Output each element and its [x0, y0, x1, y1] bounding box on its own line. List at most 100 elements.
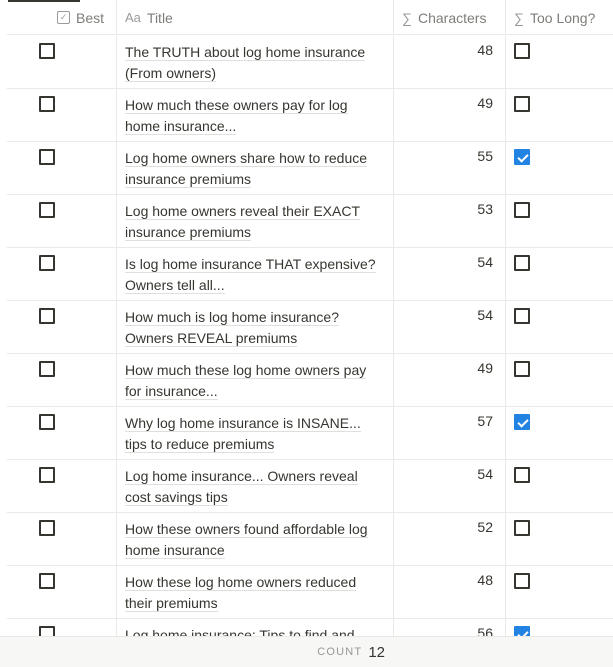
table-row[interactable]: Is log home insurance THAT expensive? Ow…	[7, 248, 613, 301]
best-cell	[7, 248, 117, 300]
title-text[interactable]: How these log home owners reduced their …	[125, 572, 385, 614]
count-value[interactable]: 12	[368, 644, 385, 661]
too-long-cell	[506, 566, 613, 618]
title-cell[interactable]: The TRUTH about log home insurance (From…	[117, 36, 394, 88]
title-text[interactable]: How much these owners pay for log home i…	[125, 95, 385, 137]
checked-checkbox-icon	[514, 414, 530, 430]
characters-cell: 54	[394, 460, 506, 512]
column-header-too-long[interactable]: ∑ Too Long?	[506, 0, 613, 35]
best-cell	[7, 89, 117, 141]
best-checkbox[interactable]	[39, 573, 55, 589]
table-row[interactable]: How much is log home insurance? Owners R…	[7, 301, 613, 354]
title-link[interactable]: How much these owners pay for log home i…	[125, 97, 348, 135]
too-long-cell	[506, 142, 613, 194]
table-row[interactable]: How these log home owners reduced their …	[7, 566, 613, 619]
best-checkbox[interactable]	[39, 96, 55, 112]
best-checkbox[interactable]	[39, 149, 55, 165]
unchecked-checkbox-icon	[514, 96, 530, 112]
table-row[interactable]: How much these log home owners pay for i…	[7, 354, 613, 407]
title-cell[interactable]: Log home insurance... Owners reveal cost…	[117, 460, 394, 512]
characters-cell: 49	[394, 354, 506, 406]
too-long-cell	[506, 301, 613, 353]
title-text[interactable]: Log home owners reveal their EXACT insur…	[125, 201, 385, 243]
too-long-cell	[506, 248, 613, 300]
best-cell	[7, 354, 117, 406]
unchecked-checkbox-icon	[514, 308, 530, 324]
title-text[interactable]: Is log home insurance THAT expensive? Ow…	[125, 254, 385, 296]
too-long-cell	[506, 619, 613, 636]
characters-cell: 55	[394, 142, 506, 194]
characters-cell: 54	[394, 301, 506, 353]
title-text[interactable]: How much these log home owners pay for i…	[125, 360, 385, 402]
table-row[interactable]: How these owners found affordable log ho…	[7, 513, 613, 566]
title-link[interactable]: Is log home insurance THAT expensive? Ow…	[125, 256, 376, 294]
best-checkbox[interactable]	[39, 43, 55, 59]
column-header-title[interactable]: Aa Title	[117, 0, 394, 35]
title-text[interactable]: How these owners found affordable log ho…	[125, 519, 385, 561]
title-cell[interactable]: How much is log home insurance? Owners R…	[117, 301, 394, 353]
best-checkbox[interactable]	[39, 414, 55, 430]
table-row[interactable]: Log home insurance... Owners reveal cost…	[7, 460, 613, 513]
title-text[interactable]: Why log home insurance is INSANE... tips…	[125, 413, 385, 455]
best-checkbox[interactable]	[39, 361, 55, 377]
column-header-best[interactable]: ✓ Best	[7, 0, 117, 35]
title-cell[interactable]: How much these owners pay for log home i…	[117, 89, 394, 141]
characters-cell: 52	[394, 513, 506, 565]
title-text[interactable]: Log home insurance: Tips to find and	[125, 625, 385, 636]
best-checkbox[interactable]	[39, 467, 55, 483]
table-footer: COUNT 12	[0, 636, 613, 667]
title-link[interactable]: Log home insurance: Tips to find and	[125, 627, 355, 636]
title-link[interactable]: Log home insurance... Owners reveal cost…	[125, 468, 358, 506]
title-cell[interactable]: Log home owners reveal their EXACT insur…	[117, 195, 394, 247]
characters-cell: 56	[394, 619, 506, 636]
table-header: ✓ Best Aa Title ∑ Characters ∑ Too Long?	[7, 0, 613, 35]
best-cell	[7, 36, 117, 88]
best-cell	[7, 566, 117, 618]
table-row[interactable]: Log home owners share how to reduce insu…	[7, 142, 613, 195]
unchecked-checkbox-icon	[514, 573, 530, 589]
title-link[interactable]: Why log home insurance is INSANE... tips…	[125, 415, 361, 453]
checked-checkbox-icon	[514, 149, 530, 165]
title-cell[interactable]: How much these log home owners pay for i…	[117, 354, 394, 406]
best-cell	[7, 460, 117, 512]
title-link[interactable]: How much these log home owners pay for i…	[125, 362, 367, 400]
table-row[interactable]: Why log home insurance is INSANE... tips…	[7, 407, 613, 460]
title-cell[interactable]: Log home owners share how to reduce insu…	[117, 142, 394, 194]
title-link[interactable]: How these owners found affordable log ho…	[125, 521, 368, 559]
title-cell[interactable]: How these log home owners reduced their …	[117, 566, 394, 618]
title-text[interactable]: Log home owners share how to reduce insu…	[125, 148, 385, 190]
title-cell[interactable]: Log home insurance: Tips to find and	[117, 619, 394, 636]
best-cell	[7, 195, 117, 247]
best-checkbox[interactable]	[39, 202, 55, 218]
unchecked-checkbox-icon	[514, 43, 530, 59]
too-long-cell	[506, 195, 613, 247]
title-link[interactable]: Log home owners share how to reduce insu…	[125, 150, 368, 188]
table-body: The TRUTH about log home insurance (From…	[7, 36, 613, 636]
checkbox-property-icon: ✓	[56, 11, 70, 24]
unchecked-checkbox-icon	[514, 202, 530, 218]
title-text[interactable]: Log home insurance... Owners reveal cost…	[125, 466, 385, 508]
table-row[interactable]: How much these owners pay for log home i…	[7, 89, 613, 142]
table-row[interactable]: Log home owners reveal their EXACT insur…	[7, 195, 613, 248]
title-cell[interactable]: Is log home insurance THAT expensive? Ow…	[117, 248, 394, 300]
too-long-cell	[506, 513, 613, 565]
title-link[interactable]: How much is log home insurance? Owners R…	[125, 309, 339, 347]
best-checkbox[interactable]	[39, 626, 55, 636]
title-cell[interactable]: Why log home insurance is INSANE... tips…	[117, 407, 394, 459]
column-header-characters[interactable]: ∑ Characters	[394, 0, 506, 35]
best-checkbox[interactable]	[39, 520, 55, 536]
column-header-label: Best	[75, 9, 104, 26]
characters-cell: 54	[394, 248, 506, 300]
best-checkbox[interactable]	[39, 308, 55, 324]
title-cell[interactable]: How these owners found affordable log ho…	[117, 513, 394, 565]
unchecked-checkbox-icon	[514, 255, 530, 271]
title-text[interactable]: How much is log home insurance? Owners R…	[125, 307, 385, 349]
table-row[interactable]: The TRUTH about log home insurance (From…	[7, 36, 613, 89]
title-link[interactable]: Log home owners reveal their EXACT insur…	[125, 203, 360, 241]
title-text[interactable]: The TRUTH about log home insurance (From…	[125, 42, 385, 84]
table-row[interactable]: Log home insurance: Tips to find and 56	[7, 619, 613, 636]
best-checkbox[interactable]	[39, 255, 55, 271]
database-table: ✓ Best Aa Title ∑ Characters ∑ Too Long?	[7, 0, 613, 35]
title-link[interactable]: The TRUTH about log home insurance (From…	[125, 44, 366, 82]
title-link[interactable]: How these log home owners reduced their …	[125, 574, 357, 612]
